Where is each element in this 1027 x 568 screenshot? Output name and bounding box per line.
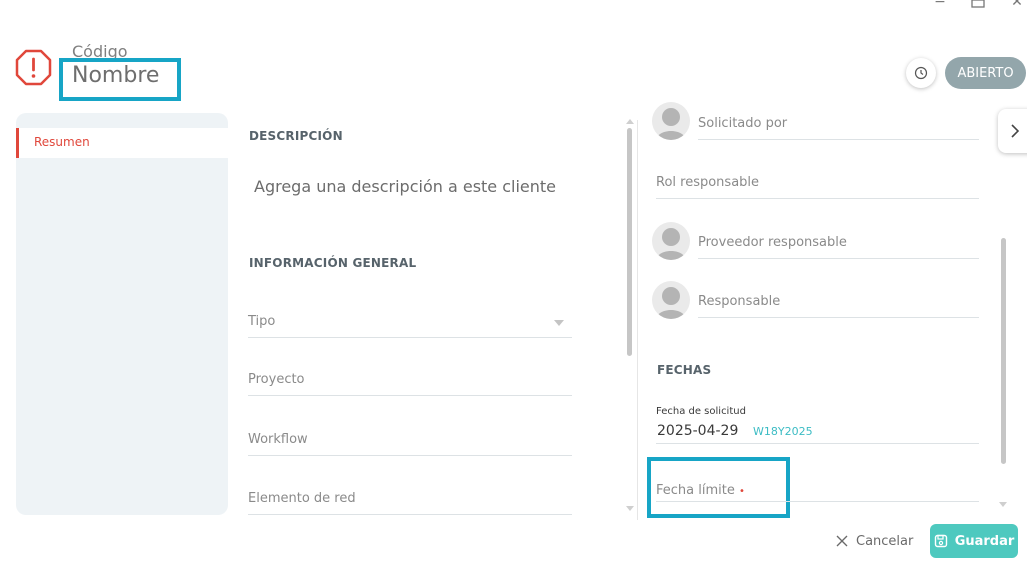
request-date-label: Fecha de solicitud [656,406,746,417]
save-icon [934,534,947,548]
general-info-title: INFORMACIÓN GENERAL [249,256,417,270]
tipo-select[interactable]: Tipo [248,310,572,338]
cancel-button[interactable]: Cancelar [836,531,913,551]
provider-responsible-label: Proveedor responsable [698,235,847,250]
clock-icon [914,66,928,80]
scroll-down-icon[interactable] [999,502,1007,507]
role-responsible-label: Rol responsable [656,175,760,190]
avatar [652,281,690,319]
close-icon [836,535,848,547]
proyecto-field[interactable]: Proyecto [248,368,572,396]
requested-by-field[interactable]: Solicitado por [698,112,979,140]
dates-title: FECHAS [657,363,712,377]
chevron-right-icon [1011,124,1020,138]
request-week-badge: W18Y2025 [753,425,813,438]
responsible-label: Responsable [698,294,781,309]
save-label: Guardar [954,533,1015,549]
tipo-label: Tipo [248,314,276,329]
maximize-icon [971,0,985,8]
maximize-button[interactable] [968,0,988,12]
deadline-label: Fecha límite [656,483,735,498]
request-date-input[interactable]: 2025-04-29 [657,423,738,439]
workflow-field[interactable]: Workflow [248,428,572,456]
avatar [652,102,690,140]
save-button[interactable]: Guardar [930,524,1018,558]
minimize-button[interactable]: − [930,0,950,10]
column-divider [637,120,638,520]
required-indicator: • [739,486,745,497]
divider [656,443,979,444]
user-icon [656,287,686,319]
name-input[interactable]: Nombre [72,63,159,88]
middle-scrollbar[interactable] [627,128,632,356]
expand-panel-button[interactable] [998,109,1027,153]
description-title: DESCRIPCIÓN [249,129,343,143]
proyecto-label: Proyecto [248,372,305,387]
network-element-label: Elemento de red [248,491,356,506]
user-icon [656,108,686,140]
description-input[interactable]: Agrega una descripción a este cliente [254,177,556,196]
cancel-label: Cancelar [856,533,914,549]
provider-responsible-field[interactable]: Proveedor responsable [698,231,979,259]
user-icon [656,228,686,260]
divider [656,501,979,502]
scroll-up-icon[interactable] [626,119,634,124]
deadline-field[interactable]: Fecha límite • [656,483,745,498]
alert-octagon-icon [15,49,52,86]
requested-by-label: Solicitado por [698,116,788,131]
status-badge[interactable]: ABIERTO [945,57,1026,89]
close-button[interactable]: ✕ [1007,0,1027,10]
scroll-down-icon[interactable] [626,506,634,511]
responsible-field[interactable]: Responsable [698,290,979,318]
sidebar: Resumen [16,113,228,515]
chevron-down-icon [554,320,564,326]
avatar [652,222,690,260]
sidebar-item-resumen[interactable]: Resumen [16,128,228,158]
workflow-label: Workflow [248,432,308,447]
network-element-field[interactable]: Elemento de red [248,487,572,515]
role-responsible-field[interactable]: Rol responsable [656,171,979,199]
right-scrollbar[interactable] [1001,238,1006,464]
history-button[interactable] [906,58,936,88]
